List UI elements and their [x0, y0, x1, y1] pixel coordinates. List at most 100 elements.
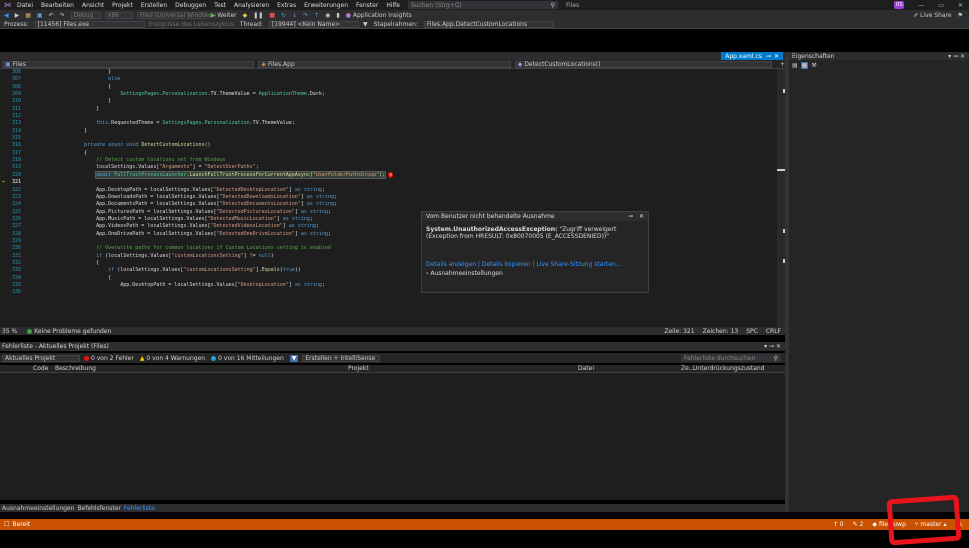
- categorized-icon[interactable]: ▤: [792, 62, 798, 69]
- redo-icon[interactable]: ↷: [60, 12, 65, 19]
- tab-exception-settings[interactable]: Ausnahmeeinstellungen: [2, 505, 74, 512]
- start-live-share-link[interactable]: Live Share-Sitzung starten...: [536, 261, 621, 268]
- column-description[interactable]: Beschreibung: [55, 365, 348, 372]
- line-ending-indicator[interactable]: CRLF: [766, 328, 781, 335]
- code-content[interactable]: } else { SettingsPages.Personalization.T…: [60, 69, 780, 297]
- alphabetical-icon[interactable]: ▦: [800, 62, 809, 69]
- new-project-icon[interactable]: ▦: [25, 12, 31, 19]
- exception-helper[interactable]: Vom Benutzer nicht behandelte Ausnahme ⊸…: [421, 211, 649, 293]
- build-source-combo[interactable]: Erstellen + IntelliSense: [302, 354, 381, 362]
- copy-details-link[interactable]: Details kopieren: [482, 261, 531, 268]
- nav-class-combo[interactable]: ◈ Files.App: [258, 60, 511, 68]
- save-icon[interactable]: ▣: [37, 12, 43, 19]
- tab-command-window[interactable]: Befehlsfenster: [77, 505, 120, 512]
- exception-close-icon[interactable]: ✕: [639, 213, 644, 220]
- menu-debuggen[interactable]: Debuggen: [175, 2, 206, 9]
- exception-marker-icon[interactable]: ✕: [388, 171, 394, 178]
- line-number: 329: [12, 237, 22, 244]
- messages-filter-button[interactable]: 0 von 16 Mitteilungen: [211, 355, 284, 362]
- restart-icon[interactable]: ↻: [281, 12, 286, 19]
- undo-icon[interactable]: ↶: [49, 12, 54, 19]
- filter-funnel-icon[interactable]: ▼: [289, 354, 299, 362]
- whitespace-indicator[interactable]: SPC: [746, 328, 758, 335]
- code-line: // Detect custom locations set from Wind…: [96, 157, 226, 164]
- close-icon[interactable]: ✕: [958, 2, 963, 9]
- code-editor[interactable]: 306 307 308 309 310 311 312 313 314 315 …: [0, 69, 785, 327]
- step-over-icon[interactable]: ↷: [303, 12, 308, 19]
- config-combo[interactable]: Debug: [70, 11, 101, 19]
- line-number: 316: [12, 142, 22, 149]
- code-line: }: [60, 127, 88, 134]
- scope-combo[interactable]: Aktuelles Projekt: [2, 354, 80, 362]
- menu-hilfe[interactable]: Hilfe: [386, 2, 400, 9]
- editor-status-bar: 35 % Keine Probleme gefunden Zeile: 321 …: [0, 327, 785, 335]
- platform-combo[interactable]: x86: [104, 11, 133, 19]
- process-combo[interactable]: [11456] Files.exe: [34, 20, 145, 28]
- back-icon[interactable]: ◀: [4, 12, 9, 19]
- column-code[interactable]: Code: [33, 365, 55, 372]
- menu-extras[interactable]: Extras: [277, 2, 296, 9]
- filter-icon[interactable]: ▼: [363, 21, 368, 28]
- errors-filter-button[interactable]: 0 von 2 Fehler: [84, 355, 134, 362]
- menu-ansicht[interactable]: Ansicht: [82, 2, 104, 9]
- error-list-close-icon[interactable]: ▾ ⊸ ✕: [764, 343, 781, 350]
- zoom-level[interactable]: 35 %: [2, 328, 17, 335]
- forward-icon[interactable]: ▶: [15, 12, 20, 19]
- stop-icon[interactable]: ■: [269, 12, 275, 19]
- nav-project-combo[interactable]: ▣ Files: [2, 60, 255, 68]
- app-insights-button[interactable]: ● Application Insights: [346, 12, 412, 19]
- menu-erweiterungen[interactable]: Erweiterungen: [304, 2, 348, 9]
- exception-pin-icon[interactable]: ⊸: [628, 213, 633, 220]
- tab-error-list[interactable]: Fehlerliste: [124, 505, 155, 512]
- line-number: 328: [12, 230, 22, 237]
- exception-settings-row[interactable]: › Ausnahmeeinstellungen: [422, 268, 648, 279]
- editor-scrollbar[interactable]: [777, 69, 785, 327]
- feedback-icon[interactable]: ⚑: [958, 12, 963, 19]
- push-indicator[interactable]: ↑ 0: [833, 521, 844, 528]
- menu-projekt[interactable]: Projekt: [112, 2, 133, 9]
- live-share-button[interactable]: ⇗ Live Share: [913, 12, 951, 19]
- breakpoint-icon[interactable]: ◉: [325, 12, 330, 19]
- line-indicator[interactable]: Zeile: 321: [664, 328, 694, 335]
- column-file[interactable]: Datei: [578, 365, 681, 372]
- warnings-filter-button[interactable]: ▲ 0 von 4 Warnungen: [140, 355, 205, 362]
- pin-icon[interactable]: ⊸: [766, 53, 771, 60]
- menu-analysieren[interactable]: Analysieren: [234, 2, 269, 9]
- wrench-icon[interactable]: ⚒: [811, 62, 816, 69]
- avatar[interactable]: RS: [894, 1, 905, 9]
- menu-test[interactable]: Test: [214, 2, 226, 9]
- search-box[interactable]: Suchen (Strg+Q) ⚲: [407, 1, 558, 9]
- thread-combo[interactable]: [19944] <Kein Name>: [268, 20, 359, 28]
- char-indicator[interactable]: Zeichen: 13: [703, 328, 739, 335]
- column-project[interactable]: Projekt: [348, 365, 578, 372]
- minimize-icon[interactable]: —: [918, 2, 924, 9]
- column-line[interactable]: Ze...: [681, 365, 695, 372]
- tab-app-xaml-cs[interactable]: App.xaml.cs ⊸ ✕: [721, 52, 783, 60]
- lifecycle-events[interactable]: Ereignisse des Lebenszyklus: [149, 21, 234, 28]
- status-bar: ☐ Bereit ↑ 0 ✎ 2 ◆ files-uwp ⑂ master ▴ …: [0, 519, 969, 530]
- stackframe-combo[interactable]: Files.App.DetectCustomLocations: [423, 20, 554, 28]
- column-suppression[interactable]: Unterdrückungszustand: [693, 365, 765, 372]
- maximize-icon[interactable]: ▭: [938, 2, 944, 9]
- bookmark-icon[interactable]: ▮: [336, 12, 339, 19]
- step-out-icon[interactable]: ↑: [314, 12, 319, 19]
- hot-reload-icon[interactable]: ◆: [243, 12, 248, 19]
- menu-datei[interactable]: Datei: [17, 2, 33, 9]
- line-number: 312: [12, 113, 22, 120]
- no-problems-label[interactable]: Keine Probleme gefunden: [34, 328, 111, 335]
- show-details-link[interactable]: Details anzeigen: [426, 261, 476, 268]
- continue-button[interactable]: ▶ Weiter: [211, 12, 237, 19]
- menu-fenster[interactable]: Fenster: [356, 2, 378, 9]
- nav-member-combo[interactable]: ◆ DetectCustomLocations(): [514, 60, 772, 68]
- properties-close-icon[interactable]: ▾ ⊸ ✕: [948, 53, 965, 60]
- tab-close-icon[interactable]: ✕: [774, 53, 779, 60]
- target-combo[interactable]: Files (Universal Windows): [136, 11, 216, 19]
- menu-bearbeiten[interactable]: Bearbeiten: [41, 2, 74, 9]
- error-search-placeholder: Fehlerliste durchsuchen: [684, 354, 756, 362]
- step-into-icon[interactable]: ↓: [292, 12, 297, 19]
- error-search-box[interactable]: Fehlerliste durchsuchen ⚲: [681, 354, 781, 362]
- menu-erstellen[interactable]: Erstellen: [141, 2, 167, 9]
- changes-indicator[interactable]: ✎ 2: [853, 521, 864, 528]
- line-number-current: ➡ 321: [2, 179, 22, 186]
- pause-icon[interactable]: ❚❚: [253, 12, 263, 19]
